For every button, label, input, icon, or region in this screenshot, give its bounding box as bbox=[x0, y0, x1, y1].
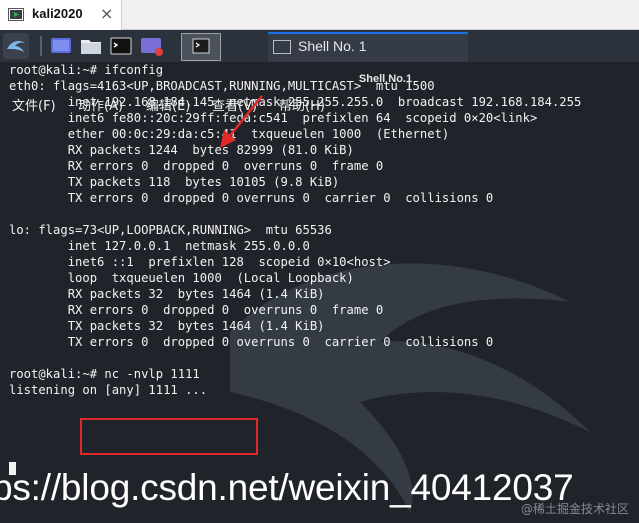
blog-url-watermark: ps://blog.csdn.net/weixin_40412037 bbox=[0, 467, 574, 508]
vm-tab-bar: kali2020 × bbox=[0, 0, 639, 30]
terminal-line: TX packets 32 bytes 1464 (1.4 KiB) bbox=[9, 319, 325, 333]
terminal-line: TX errors 0 dropped 0 overruns 0 carrier… bbox=[9, 335, 494, 349]
shell-task-button[interactable]: Shell No. 1 bbox=[268, 32, 468, 62]
annotation-highlight-box bbox=[80, 418, 258, 455]
terminal-line: RX packets 32 bytes 1464 (1.4 KiB) bbox=[9, 287, 325, 301]
file-manager-icon[interactable] bbox=[80, 36, 102, 56]
terminal-line: inet6 fe80::20c:29ff:feda:c541 prefixlen… bbox=[9, 111, 538, 125]
terminal-line: lo: flags=73<UP,LOOPBACK,RUNNING> mtu 65… bbox=[9, 223, 332, 237]
terminal-line: inet6 ::1 prefixlen 128 scopeid 0×10<hos… bbox=[9, 255, 391, 269]
workspace-icon[interactable] bbox=[50, 36, 72, 56]
shell-task-label: Shell No. 1 bbox=[298, 38, 367, 54]
terminal-line: root@kali:~# ifconfig bbox=[9, 63, 164, 77]
terminal-line: eth0: flags=4163<UP,BROADCAST,RUNNING,MU… bbox=[9, 79, 435, 93]
kali-menu-icon[interactable] bbox=[3, 33, 29, 59]
terminal-line: RX errors 0 dropped 0 overruns 0 frame 0 bbox=[9, 159, 384, 173]
close-icon[interactable]: × bbox=[100, 5, 113, 23]
vm-tab-kali2020[interactable]: kali2020 × bbox=[0, 0, 122, 30]
terminal-line: RX packets 1244 bytes 82999 (81.0 KiB) bbox=[9, 143, 354, 157]
terminal-output: root@kali:~# ifconfig eth0: flags=4163<UP… bbox=[9, 62, 639, 398]
screen-recorder-icon[interactable] bbox=[140, 36, 164, 58]
terminal-icon[interactable] bbox=[110, 36, 132, 56]
terminal-line: TX errors 0 dropped 0 overruns 0 carrier… bbox=[9, 191, 494, 205]
terminal-line: TX packets 118 bytes 10105 (9.8 KiB) bbox=[9, 175, 340, 189]
terminal-line: inet 192.168.184.145 netmask 255.255.255… bbox=[9, 95, 582, 109]
terminal-icon bbox=[192, 38, 210, 54]
annotation-arrow-icon bbox=[220, 95, 263, 148]
vm-tab-label: kali2020 bbox=[32, 6, 83, 21]
terminal-line: listening on [any] 1111 ... bbox=[9, 383, 208, 397]
terminal-line: inet 127.0.0.1 netmask 255.0.0.0 bbox=[9, 239, 310, 253]
terminal-task-button[interactable] bbox=[181, 33, 221, 61]
panel-separator bbox=[40, 36, 42, 56]
terminal-line: root@kali:~# nc -nvlp 1111 bbox=[9, 367, 200, 381]
terminal-icon bbox=[273, 40, 291, 54]
terminal-line: ether 00:0c:29:da:c5:41 txqueuelen 1000 … bbox=[9, 127, 450, 141]
terminal-line: RX errors 0 dropped 0 overruns 0 frame 0 bbox=[9, 303, 384, 317]
terminal-line: loop txqueuelen 1000 (Local Loopback) bbox=[9, 271, 354, 285]
platform-watermark: @稀土掘金技术社区 bbox=[520, 502, 629, 516]
vm-icon bbox=[8, 8, 24, 21]
